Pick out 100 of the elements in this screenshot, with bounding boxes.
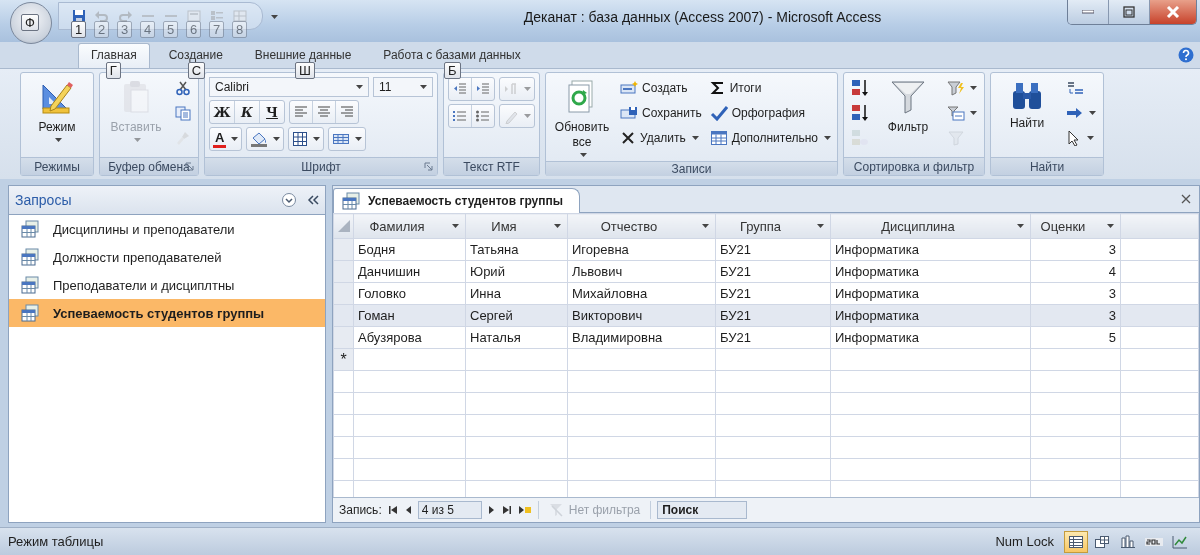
clear-sort-icon xyxy=(851,128,869,148)
record-number-field[interactable]: 4 из 5 xyxy=(417,501,482,519)
customize-caret-icon[interactable] xyxy=(271,15,278,19)
window-title: Деканат : база данных (Access 2007) - Microsoft Access xyxy=(522,9,883,25)
ribbon-button[interactable]: Удалить xyxy=(618,127,701,149)
ribbon-button[interactable]: Орфография xyxy=(707,102,807,124)
table-icon xyxy=(709,130,728,146)
keytip-tooltip: Ш xyxy=(295,62,315,79)
maximize-button[interactable] xyxy=(1109,0,1150,24)
query-icon xyxy=(21,220,39,238)
ribbon-button[interactable]: Фильтр xyxy=(876,77,940,137)
close-icon xyxy=(1166,6,1180,18)
record-label: Запись: xyxy=(339,503,382,517)
align-center-icon xyxy=(316,104,332,120)
table-cell-text: 3 xyxy=(1107,286,1117,301)
format-button[interactable]: Ж xyxy=(210,101,234,123)
dropdown-icon[interactable] xyxy=(281,192,297,208)
form-icon[interactable] xyxy=(186,8,202,24)
keytip-tooltip: 5 xyxy=(163,21,179,38)
dropdown-field[interactable]: Calibri xyxy=(209,77,369,97)
new-record-marker: * xyxy=(340,350,347,368)
table-cell-text: Информатика xyxy=(834,286,920,301)
table-cell-text: БУ21 xyxy=(719,286,752,301)
ribbon-button[interactable]: Итоги xyxy=(707,77,764,99)
table-cell-text: Михайловна xyxy=(571,286,649,301)
ribbon-button[interactable]: Найти xyxy=(995,77,1059,133)
caret-icon xyxy=(702,224,709,228)
caret-icon xyxy=(1017,224,1024,228)
table-cell-text: Данчишин xyxy=(357,264,422,279)
column-header[interactable]: Оценки xyxy=(1031,214,1120,238)
table-cell-text: Информатика xyxy=(834,264,920,279)
ribbon-button[interactable]: Создать xyxy=(618,77,690,99)
query-icon xyxy=(21,304,39,322)
table-cell-text: Сергей xyxy=(469,308,514,323)
table-cell-text: БУ21 xyxy=(719,242,752,257)
replace-icon xyxy=(1066,80,1084,96)
table-cell-text: Игоревна xyxy=(571,242,630,257)
table-cell-text: Гоман xyxy=(357,308,396,323)
ruler-pencil-icon xyxy=(39,79,75,115)
table-cell-text: 4 xyxy=(1107,264,1117,279)
collapse-icon[interactable] xyxy=(307,194,319,206)
view-button[interactable] xyxy=(1064,530,1088,553)
restore-icon xyxy=(1123,6,1135,18)
filter-options-icon xyxy=(947,105,965,121)
document-tab[interactable]: Успеваемость студентов группы xyxy=(333,188,580,213)
column-header[interactable]: Отчество xyxy=(568,214,715,238)
grid-icon[interactable] xyxy=(232,8,248,24)
office-button[interactable]: Ф xyxy=(10,2,52,44)
table-cell-text: БУ21 xyxy=(719,308,752,323)
ribbon-button[interactable]: Обновить все xyxy=(550,77,614,159)
nav-item[interactable]: Дисциплины и преподаватели xyxy=(9,215,325,243)
table-cell-text: Информатика xyxy=(834,308,920,323)
nav-item[interactable]: Преподаватели и дисциплтны xyxy=(9,271,325,299)
paragraph-icon xyxy=(503,81,519,97)
next-record-icon[interactable] xyxy=(487,505,496,515)
column-header[interactable]: Имя xyxy=(466,214,567,238)
query-icon xyxy=(342,192,360,210)
first-record-icon[interactable] xyxy=(387,505,398,515)
column-header[interactable]: Дисциплина xyxy=(831,214,1030,238)
group-label: Записи xyxy=(671,162,712,176)
close-icon[interactable] xyxy=(1181,194,1191,204)
chart-icon xyxy=(1120,534,1136,549)
ribbon-button[interactable]: Сохранить xyxy=(618,102,704,124)
keytip-tooltip: Б xyxy=(444,62,461,79)
group-label: Найти xyxy=(1029,159,1065,174)
keytip-tooltip: Ф xyxy=(21,14,39,31)
minimize-icon xyxy=(1082,10,1094,14)
numbered-list-icon xyxy=(452,108,468,124)
table-cell-text: Викторович xyxy=(571,308,644,323)
close-button[interactable] xyxy=(1150,0,1196,24)
nav-item[interactable]: Успеваемость студентов группы xyxy=(9,299,325,327)
column-header[interactable]: Фамилия xyxy=(354,214,465,238)
caret-icon xyxy=(554,224,561,228)
minimize-button[interactable] xyxy=(1068,0,1109,24)
save-icon[interactable] xyxy=(71,8,87,24)
column-header[interactable]: Группа xyxy=(716,214,830,238)
dialog-launcher-icon[interactable] xyxy=(424,162,434,172)
group-label: Сортировка и фильтр xyxy=(853,159,975,174)
search-field[interactable]: Поиск xyxy=(657,501,748,519)
caret-icon xyxy=(452,224,459,228)
format-button[interactable]: К xyxy=(234,101,259,123)
table-cell-text: Головко xyxy=(357,286,408,301)
table-cell-text: 3 xyxy=(1107,242,1117,257)
fill-bucket-icon xyxy=(250,131,269,147)
redo-icon[interactable] xyxy=(117,8,133,24)
table-cell-text: Львович xyxy=(571,264,624,279)
format-button[interactable]: Ч xyxy=(259,101,284,123)
new-record-icon[interactable] xyxy=(517,505,532,515)
last-record-icon[interactable] xyxy=(501,505,512,515)
keytip-tooltip: 8 xyxy=(232,21,248,38)
query-icon xyxy=(21,248,39,266)
ribbon-button[interactable]: Дополнительно xyxy=(707,127,833,149)
font-color-button[interactable]: A xyxy=(210,128,242,150)
dropdown-field[interactable]: 11 xyxy=(373,77,433,97)
nav-item[interactable]: Должности преподавателей xyxy=(9,243,325,271)
decrease-indent-icon xyxy=(452,81,468,97)
help-icon[interactable] xyxy=(1178,47,1194,63)
ribbon-button[interactable]: Режим xyxy=(25,77,89,144)
caret-icon xyxy=(356,85,363,89)
checkmark-icon xyxy=(709,105,728,121)
